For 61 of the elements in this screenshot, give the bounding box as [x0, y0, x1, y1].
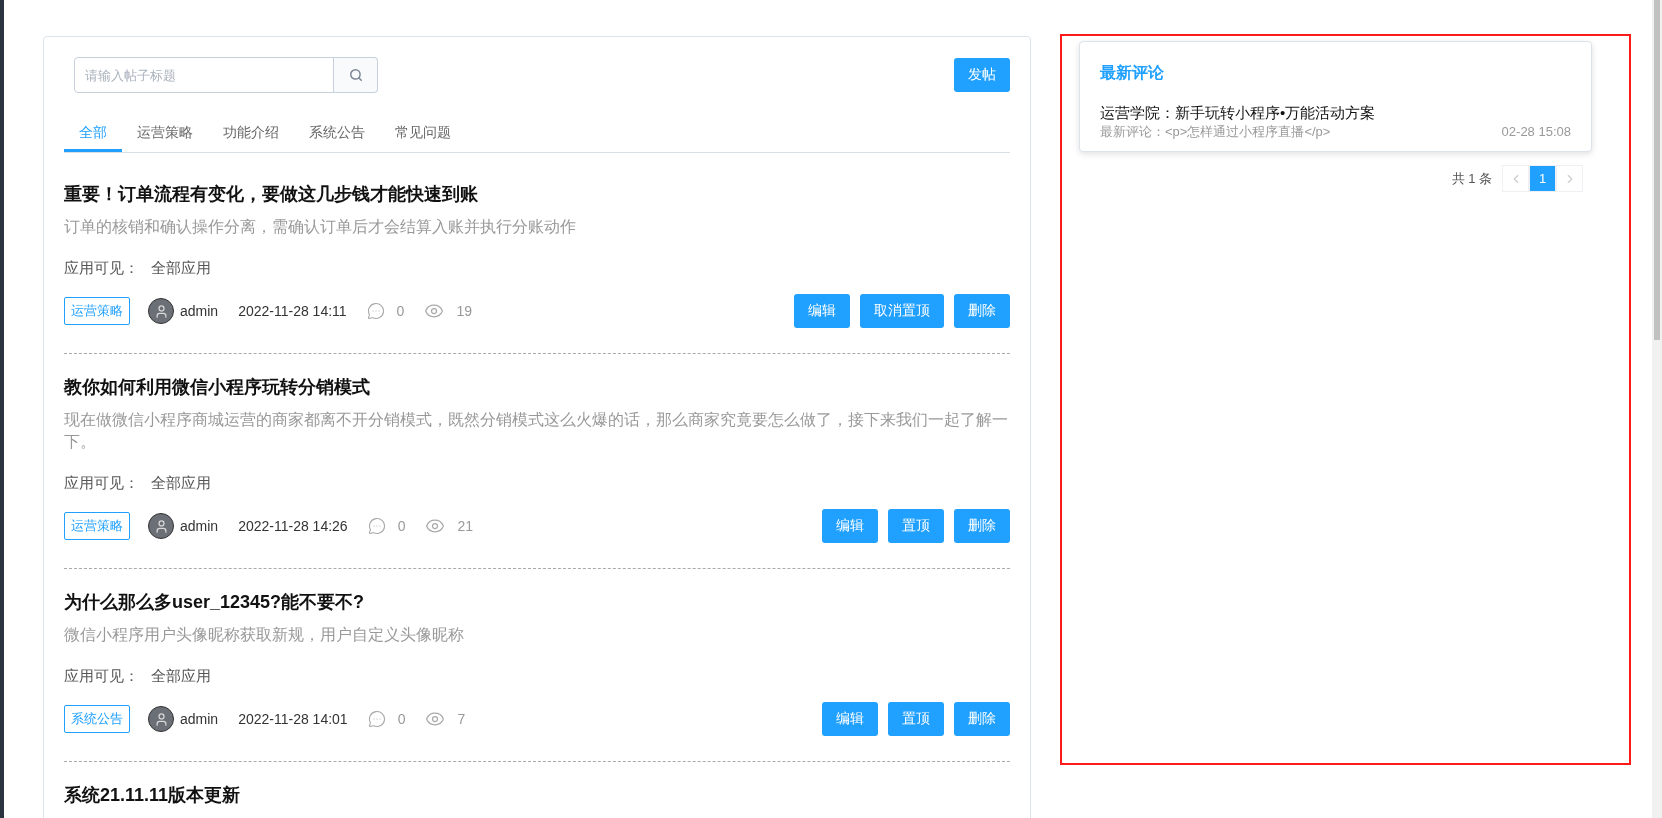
action-button[interactable]: 置顶 — [888, 702, 944, 736]
comment-icon — [366, 302, 385, 320]
category-tag: 运营策略 — [64, 512, 130, 540]
tab[interactable]: 运营策略 — [122, 112, 208, 152]
next-page-button[interactable] — [1556, 165, 1583, 192]
comment-icon — [367, 517, 386, 535]
action-button[interactable]: 删除 — [954, 294, 1010, 328]
total-count: 共 1 条 — [1451, 169, 1492, 188]
comment-count: 0 — [396, 303, 405, 319]
scrollbar[interactable] — [1652, 0, 1662, 818]
post-title[interactable]: 教你如何利用微信小程序玩转分销模式 — [64, 375, 1010, 399]
action-button[interactable]: 编辑 — [794, 294, 850, 328]
tab[interactable]: 常见问题 — [380, 112, 466, 152]
comment-icon — [367, 710, 386, 728]
action-button[interactable]: 删除 — [954, 702, 1010, 736]
search-field[interactable]: 请输入帖子标题 — [74, 57, 334, 93]
visibility-label: 应用可见： — [64, 258, 139, 278]
avatar-icon — [148, 513, 174, 539]
post-title[interactable]: 系统21.11.11版本更新 — [64, 783, 1010, 807]
previous-page-button[interactable] — [1502, 165, 1529, 192]
comment-post-title[interactable]: 运营学院：新手玩转小程序•万能活动方案 — [1100, 103, 1571, 123]
author-name: admin — [180, 303, 219, 319]
tab[interactable]: 全部 — [64, 112, 122, 152]
category-tag: 系统公告 — [64, 705, 130, 733]
tab[interactable]: 系统公告 — [294, 112, 380, 152]
post-summary: 现在做微信小程序商城运营的商家都离不开分销模式，既然分销模式这么火爆的话，那么商家究竟要怎么做了，接下来我们一起了解一下。 — [64, 410, 1009, 452]
visibility-label: 应用可见： — [64, 666, 139, 686]
category-tag: 运营策略 — [64, 297, 130, 325]
author-name: admin — [180, 711, 219, 727]
post-time: 2022-11-28 14:11 — [238, 303, 347, 319]
comment-text: 最新评论：<p>怎样通过小程序直播</p> — [1100, 123, 1331, 141]
post-title[interactable]: 重要！订单流程有变化，要做这几步钱才能快速到账 — [64, 182, 1010, 206]
comment-count: 0 — [397, 711, 406, 727]
card-title: 最新评论 — [1100, 63, 1165, 83]
visibility-value: 全部应用 — [151, 258, 211, 278]
action-button[interactable]: 置顶 — [888, 509, 944, 543]
new-post-button[interactable]: 发帖 — [954, 58, 1010, 92]
page-button[interactable]: 1 — [1529, 165, 1556, 192]
post-time: 2022-11-28 14:26 — [238, 518, 348, 534]
author-name: admin — [180, 518, 219, 534]
visibility-label: 应用可见： — [64, 473, 139, 493]
view-count: 19 — [456, 303, 472, 319]
action-button[interactable]: 编辑 — [822, 509, 878, 543]
search-button[interactable] — [334, 57, 378, 93]
action-button[interactable]: 取消置顶 — [860, 294, 944, 328]
action-button[interactable]: 编辑 — [822, 702, 878, 736]
comment-count: 0 — [397, 518, 406, 534]
visibility-value: 全部应用 — [151, 666, 211, 686]
post-time: 2022-11-28 14:01 — [238, 711, 348, 727]
view-count: 21 — [457, 518, 473, 534]
search-icon — [348, 68, 363, 82]
action-button[interactable]: 删除 — [954, 509, 1010, 543]
view-count: 7 — [457, 711, 466, 727]
tab[interactable]: 功能介绍 — [208, 112, 294, 152]
post-summary: 微信小程序用户头像昵称获取新规，用户自定义头像昵称 — [64, 625, 465, 645]
comment-time: 02-28 15:08 — [1501, 123, 1571, 141]
post-title[interactable]: 为什么那么多user_12345?能不要不? — [64, 590, 1010, 614]
visibility-value: 全部应用 — [151, 473, 211, 493]
avatar-icon — [148, 706, 174, 732]
post-summary: 订单的核销和确认操作分离，需确认订单后才会结算入账并执行分账动作 — [64, 217, 577, 237]
avatar-icon — [148, 298, 174, 324]
